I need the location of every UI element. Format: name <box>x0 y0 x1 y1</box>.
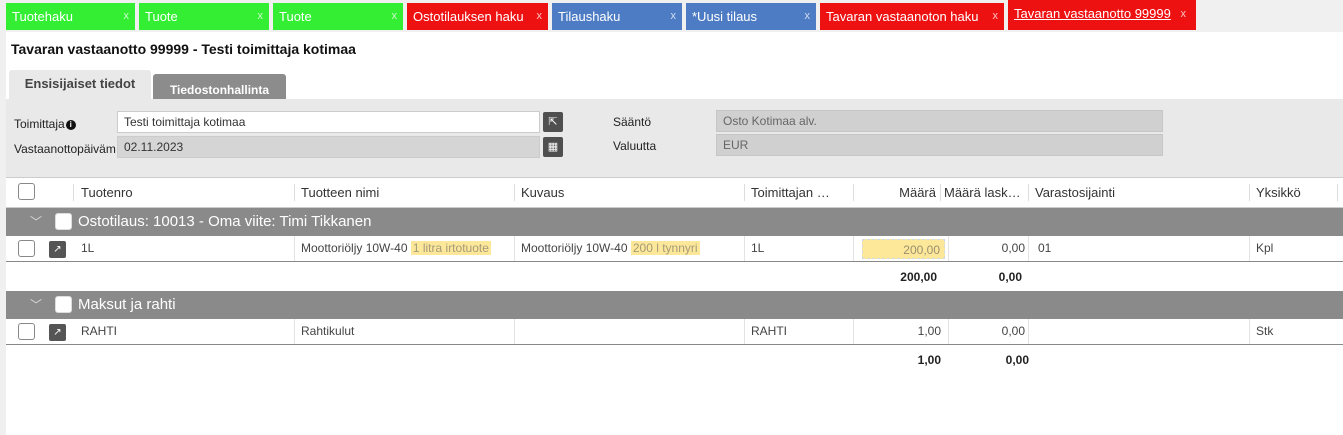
quantity-input[interactable]: 200,00 <box>862 239 945 259</box>
cell-description: Moottoriöljy 10W-40 200 l tynnyri <box>521 236 743 261</box>
cell-product-no: 1L <box>81 241 95 255</box>
cell-storage-location[interactable]: 01 <box>1038 236 1238 261</box>
header-form: Toimittaja i Testi toimittaja kotimaa ⇱ V… <box>6 99 1343 179</box>
close-icon[interactable]: x <box>671 3 677 30</box>
col-quantity[interactable]: Määrä <box>861 178 936 207</box>
desc-text: Moottoriöljy 10W-40 <box>521 241 628 255</box>
group-summary-row: 1,00 0,00 <box>6 346 1343 374</box>
close-icon[interactable]: x <box>537 3 543 30</box>
select-all-checkbox[interactable] <box>18 183 35 200</box>
tab-file-management[interactable]: Tiedostonhallinta <box>153 74 286 100</box>
col-quantity-invoiced[interactable]: Määrä laskutettu <box>944 178 1022 207</box>
col-supplier-product-no[interactable]: Toimittajan tuotenumero <box>751 178 833 207</box>
supplier-label-text: Toimittaja <box>14 117 65 131</box>
supplier-label: Toimittaja i <box>14 117 76 131</box>
sum-quantity-invoiced: 0,00 <box>1005 353 1029 367</box>
group-checkbox[interactable] <box>55 296 72 313</box>
rule-field: Osto Kotimaa alv. <box>716 110 1163 132</box>
sum-quantity: 1,00 <box>917 353 941 367</box>
open-link-icon[interactable]: ↗ <box>49 324 66 341</box>
group-header-fees[interactable]: ﹀ Maksut ja rahti <box>6 291 1343 319</box>
cell-product-name: Moottoriöljy 10W-40 1 litra irtotuote <box>301 236 513 261</box>
tab-ostotilauksen-haku[interactable]: Ostotilauksen haku x <box>407 3 548 30</box>
supplier-field[interactable]: Testi toimittaja kotimaa <box>117 111 540 133</box>
close-icon[interactable]: x <box>124 3 130 30</box>
tab-label: Tuote <box>279 9 312 24</box>
cell-quantity-invoiced: 0,00 <box>1001 241 1025 255</box>
name-highlight: 1 litra irtotuote <box>410 241 491 255</box>
col-description[interactable]: Kuvaus <box>521 178 741 207</box>
row-checkbox[interactable] <box>18 240 35 257</box>
top-tab-bar: Tuotehaku x Tuote x Tuote x Ostotilaukse… <box>0 0 1343 32</box>
tab-uusi-tilaus[interactable]: *Uusi tilaus x <box>686 3 816 30</box>
rule-label: Sääntö <box>613 115 652 129</box>
tab-tavaran-vastaanoton-haku[interactable]: Tavaran vastaanoton haku x <box>820 3 1004 30</box>
calendar-icon[interactable]: ▦ <box>543 137 563 157</box>
page-title: Tavaran vastaanotto 99999 - Testi toimit… <box>11 41 356 57</box>
group-title: Ostotilaus: 10013 - Oma viite: Timi Tikk… <box>78 213 372 230</box>
sum-quantity: 200,00 <box>900 270 937 284</box>
cell-unit: Stk <box>1256 324 1274 338</box>
desc-highlight: 200 l tynnyri <box>630 241 700 255</box>
cell-quantity-invoiced: 0,00 <box>1001 324 1025 338</box>
tab-label: Tavaran vastaanoton haku <box>826 9 979 24</box>
close-icon[interactable]: x <box>258 3 264 30</box>
cell-product-no: RAHTI <box>81 324 117 338</box>
group-summary-row: 200,00 0,00 <box>6 263 1343 291</box>
cell-product-name: Rahtikulut <box>301 324 355 338</box>
col-unit[interactable]: Yksikkö <box>1256 178 1336 207</box>
tab-tilaushaku[interactable]: Tilaushaku x <box>552 3 682 30</box>
tab-tavaran-vastaanotto[interactable]: Tavaran vastaanotto 99999 x <box>1008 0 1196 30</box>
receipt-date-field[interactable]: 02.11.2023 <box>117 136 540 158</box>
cell-quantity[interactable]: 1,00 <box>861 319 941 344</box>
close-icon[interactable]: x <box>392 3 398 30</box>
sum-quantity-invoiced: 0,00 <box>998 270 1022 284</box>
close-icon[interactable]: x <box>1181 0 1187 28</box>
group-header-order[interactable]: ﹀ Ostotilaus: 10013 - Oma viite: Timi Ti… <box>6 208 1343 236</box>
cell-supplier-product-no: RAHTI <box>751 324 787 338</box>
col-storage-location[interactable]: Varastosijainti <box>1035 178 1235 207</box>
close-icon[interactable]: x <box>805 3 811 30</box>
tab-label: Ostotilauksen haku <box>413 9 524 24</box>
tab-tuotehaku[interactable]: Tuotehaku x <box>6 3 135 30</box>
open-link-icon[interactable]: ↗ <box>49 241 66 258</box>
close-icon[interactable]: x <box>993 3 999 30</box>
info-icon[interactable]: i <box>65 120 76 130</box>
tab-label: *Uusi tilaus <box>692 9 758 24</box>
table-row[interactable]: ↗ RAHTI Rahtikulut RAHTI 1,00 0,00 Stk <box>6 319 1343 345</box>
group-checkbox[interactable] <box>55 213 72 230</box>
tab-primary-info[interactable]: Ensisijaiset tiedot <box>9 70 151 100</box>
receipt-date-label: Vastaanottopäivämäärä <box>14 142 116 156</box>
currency-field: EUR <box>716 134 1163 156</box>
table-row[interactable]: ↗ 1L Moottoriöljy 10W-40 1 litra irtotuo… <box>6 236 1343 262</box>
chevron-down-icon[interactable]: ﹀ <box>30 291 42 319</box>
external-link-icon[interactable]: ⇱ <box>543 112 563 132</box>
tab-label: Tuotehaku <box>12 9 73 24</box>
main-panel: Tavaran vastaanotto 99999 - Testi toimit… <box>0 32 1343 435</box>
cell-description <box>521 319 743 344</box>
tab-tuote-2[interactable]: Tuote x <box>273 3 403 30</box>
grid-header: Tuotenro Tuotteen nimi Kuvaus Toimittaja… <box>6 177 1343 208</box>
tab-label: Tilaushaku <box>558 9 621 24</box>
col-product-no[interactable]: Tuotenro <box>81 178 291 207</box>
currency-label: Valuutta <box>613 139 657 153</box>
cell-storage-location[interactable] <box>1038 319 1238 344</box>
col-product-name[interactable]: Tuotteen nimi <box>301 178 511 207</box>
tab-tuote-1[interactable]: Tuote x <box>139 3 269 30</box>
tab-label: Tuote <box>145 9 178 24</box>
cell-supplier-product-no: 1L <box>751 241 765 255</box>
row-checkbox[interactable] <box>18 323 35 340</box>
group-title: Maksut ja rahti <box>78 296 176 313</box>
chevron-down-icon[interactable]: ﹀ <box>30 208 42 236</box>
name-text: Moottoriöljy 10W-40 <box>301 241 408 255</box>
cell-unit: Kpl <box>1256 241 1274 255</box>
tab-label: Tavaran vastaanotto 99999 <box>1014 6 1171 21</box>
